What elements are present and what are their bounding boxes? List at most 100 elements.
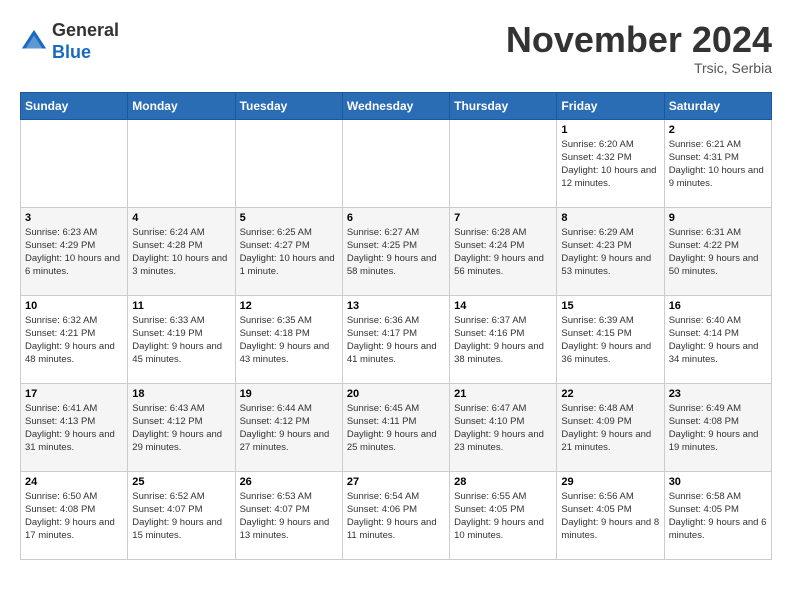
day-info: Sunrise: 6:29 AM Sunset: 4:23 PM Dayligh… (561, 226, 659, 279)
calendar-cell: 27 Sunrise: 6:54 AM Sunset: 4:06 PM Dayli… (342, 471, 449, 559)
calendar-cell (21, 119, 128, 207)
day-number: 4 (132, 212, 230, 224)
calendar-table: SundayMondayTuesdayWednesdayThursdayFrid… (20, 92, 772, 560)
day-info: Sunrise: 6:40 AM Sunset: 4:14 PM Dayligh… (669, 314, 767, 367)
day-info: Sunrise: 6:45 AM Sunset: 4:11 PM Dayligh… (347, 402, 445, 455)
day-number: 3 (25, 212, 123, 224)
calendar-cell: 5 Sunrise: 6:25 AM Sunset: 4:27 PM Daylig… (235, 207, 342, 295)
calendar-cell: 19 Sunrise: 6:44 AM Sunset: 4:12 PM Dayli… (235, 383, 342, 471)
day-number: 18 (132, 388, 230, 400)
day-number: 22 (561, 388, 659, 400)
calendar-cell (235, 119, 342, 207)
calendar-cell: 4 Sunrise: 6:24 AM Sunset: 4:28 PM Daylig… (128, 207, 235, 295)
calendar-cell: 8 Sunrise: 6:29 AM Sunset: 4:23 PM Daylig… (557, 207, 664, 295)
title-block: November 2024 Trsic, Serbia (506, 20, 772, 76)
weekday-header-thursday: Thursday (450, 92, 557, 119)
month-title: November 2024 (506, 20, 772, 60)
day-number: 25 (132, 476, 230, 488)
calendar-cell (450, 119, 557, 207)
calendar-cell: 26 Sunrise: 6:53 AM Sunset: 4:07 PM Dayli… (235, 471, 342, 559)
day-info: Sunrise: 6:20 AM Sunset: 4:32 PM Dayligh… (561, 138, 659, 191)
day-info: Sunrise: 6:33 AM Sunset: 4:19 PM Dayligh… (132, 314, 230, 367)
calendar-cell: 29 Sunrise: 6:56 AM Sunset: 4:05 PM Dayli… (557, 471, 664, 559)
day-number: 15 (561, 300, 659, 312)
calendar-cell: 2 Sunrise: 6:21 AM Sunset: 4:31 PM Daylig… (664, 119, 771, 207)
day-number: 26 (240, 476, 338, 488)
day-number: 12 (240, 300, 338, 312)
day-info: Sunrise: 6:50 AM Sunset: 4:08 PM Dayligh… (25, 490, 123, 543)
calendar-cell: 1 Sunrise: 6:20 AM Sunset: 4:32 PM Daylig… (557, 119, 664, 207)
calendar-cell: 17 Sunrise: 6:41 AM Sunset: 4:13 PM Dayli… (21, 383, 128, 471)
day-number: 28 (454, 476, 552, 488)
weekday-header-tuesday: Tuesday (235, 92, 342, 119)
day-number: 23 (669, 388, 767, 400)
day-info: Sunrise: 6:28 AM Sunset: 4:24 PM Dayligh… (454, 226, 552, 279)
day-info: Sunrise: 6:21 AM Sunset: 4:31 PM Dayligh… (669, 138, 767, 191)
day-info: Sunrise: 6:23 AM Sunset: 4:29 PM Dayligh… (25, 226, 123, 279)
day-info: Sunrise: 6:56 AM Sunset: 4:05 PM Dayligh… (561, 490, 659, 543)
logo-text: General Blue (52, 20, 119, 63)
day-info: Sunrise: 6:52 AM Sunset: 4:07 PM Dayligh… (132, 490, 230, 543)
logo-icon (20, 28, 48, 56)
day-number: 20 (347, 388, 445, 400)
day-number: 5 (240, 212, 338, 224)
logo: General Blue (20, 20, 119, 63)
weekday-header-monday: Monday (128, 92, 235, 119)
day-number: 17 (25, 388, 123, 400)
day-number: 7 (454, 212, 552, 224)
day-info: Sunrise: 6:32 AM Sunset: 4:21 PM Dayligh… (25, 314, 123, 367)
day-info: Sunrise: 6:58 AM Sunset: 4:05 PM Dayligh… (669, 490, 767, 543)
calendar-cell: 11 Sunrise: 6:33 AM Sunset: 4:19 PM Dayli… (128, 295, 235, 383)
day-number: 19 (240, 388, 338, 400)
day-number: 9 (669, 212, 767, 224)
calendar-cell: 18 Sunrise: 6:43 AM Sunset: 4:12 PM Dayli… (128, 383, 235, 471)
calendar-cell: 22 Sunrise: 6:48 AM Sunset: 4:09 PM Dayli… (557, 383, 664, 471)
day-number: 14 (454, 300, 552, 312)
calendar-cell: 14 Sunrise: 6:37 AM Sunset: 4:16 PM Dayli… (450, 295, 557, 383)
calendar-cell: 24 Sunrise: 6:50 AM Sunset: 4:08 PM Dayli… (21, 471, 128, 559)
day-number: 10 (25, 300, 123, 312)
weekday-header-saturday: Saturday (664, 92, 771, 119)
day-number: 1 (561, 124, 659, 136)
calendar-cell: 12 Sunrise: 6:35 AM Sunset: 4:18 PM Dayli… (235, 295, 342, 383)
day-number: 2 (669, 124, 767, 136)
day-info: Sunrise: 6:36 AM Sunset: 4:17 PM Dayligh… (347, 314, 445, 367)
weekday-header-wednesday: Wednesday (342, 92, 449, 119)
day-number: 6 (347, 212, 445, 224)
day-info: Sunrise: 6:41 AM Sunset: 4:13 PM Dayligh… (25, 402, 123, 455)
day-info: Sunrise: 6:47 AM Sunset: 4:10 PM Dayligh… (454, 402, 552, 455)
day-number: 11 (132, 300, 230, 312)
day-number: 27 (347, 476, 445, 488)
day-info: Sunrise: 6:37 AM Sunset: 4:16 PM Dayligh… (454, 314, 552, 367)
calendar-cell (128, 119, 235, 207)
calendar-cell: 3 Sunrise: 6:23 AM Sunset: 4:29 PM Daylig… (21, 207, 128, 295)
day-number: 21 (454, 388, 552, 400)
day-info: Sunrise: 6:43 AM Sunset: 4:12 PM Dayligh… (132, 402, 230, 455)
day-info: Sunrise: 6:35 AM Sunset: 4:18 PM Dayligh… (240, 314, 338, 367)
calendar-cell: 9Sunrise: 6:31 AM Sunset: 4:22 PM Daylig… (664, 207, 771, 295)
calendar-cell: 7 Sunrise: 6:28 AM Sunset: 4:24 PM Daylig… (450, 207, 557, 295)
day-info: Sunrise: 6:54 AM Sunset: 4:06 PM Dayligh… (347, 490, 445, 543)
day-info: Sunrise: 6:24 AM Sunset: 4:28 PM Dayligh… (132, 226, 230, 279)
calendar-cell: 6 Sunrise: 6:27 AM Sunset: 4:25 PM Daylig… (342, 207, 449, 295)
day-number: 24 (25, 476, 123, 488)
page-header: General Blue November 2024 Trsic, Serbia (20, 20, 772, 76)
day-info: Sunrise: 6:27 AM Sunset: 4:25 PM Dayligh… (347, 226, 445, 279)
day-info: Sunrise: 6:44 AM Sunset: 4:12 PM Dayligh… (240, 402, 338, 455)
day-info: Sunrise: 6:25 AM Sunset: 4:27 PM Dayligh… (240, 226, 338, 279)
calendar-cell: 21 Sunrise: 6:47 AM Sunset: 4:10 PM Dayli… (450, 383, 557, 471)
day-number: 8 (561, 212, 659, 224)
calendar-cell: 25 Sunrise: 6:52 AM Sunset: 4:07 PM Dayli… (128, 471, 235, 559)
calendar-cell: 10 Sunrise: 6:32 AM Sunset: 4:21 PM Dayli… (21, 295, 128, 383)
day-info: Sunrise: 6:48 AM Sunset: 4:09 PM Dayligh… (561, 402, 659, 455)
day-info: Sunrise: 6:49 AM Sunset: 4:08 PM Dayligh… (669, 402, 767, 455)
day-number: 16 (669, 300, 767, 312)
day-number: 30 (669, 476, 767, 488)
day-number: 29 (561, 476, 659, 488)
calendar-cell: 15Sunrise: 6:39 AM Sunset: 4:15 PM Dayli… (557, 295, 664, 383)
calendar-cell: 28Sunrise: 6:55 AM Sunset: 4:05 PM Dayli… (450, 471, 557, 559)
calendar-cell: 16 Sunrise: 6:40 AM Sunset: 4:14 PM Dayli… (664, 295, 771, 383)
calendar-cell (342, 119, 449, 207)
calendar-cell: 20 Sunrise: 6:45 AM Sunset: 4:11 PM Dayli… (342, 383, 449, 471)
day-info: Sunrise: 6:53 AM Sunset: 4:07 PM Dayligh… (240, 490, 338, 543)
